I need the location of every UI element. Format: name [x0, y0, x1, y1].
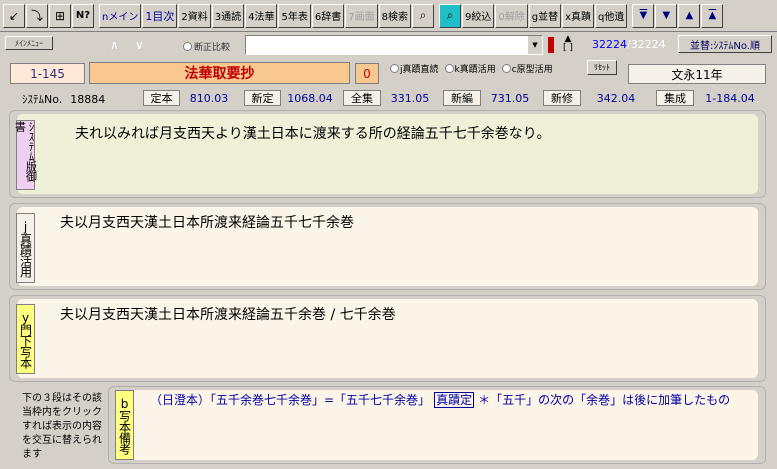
counter-total: /32224: [627, 38, 666, 51]
autograph-button[interactable]: x真蹟: [562, 3, 594, 28]
field-value-shinshu[interactable]: 342.04: [582, 90, 650, 106]
counter-current: 32224: [592, 38, 627, 51]
notes-badge: 真蹟定: [434, 392, 475, 408]
system-label: ｼｽﾃﾑ版御書: [14, 120, 38, 190]
record-counter: 32224/32224: [592, 38, 666, 51]
zoom-icon[interactable]: ⌕: [438, 3, 461, 28]
sys-label: ｼｽﾃﾑNo.: [22, 93, 63, 106]
help-note: 下の３段はその該当枠内をクリックすれば表示の内容を交互に替えられます: [22, 393, 102, 460]
field-label-shinshu: 新修: [543, 90, 581, 106]
other-button[interactable]: q他遺: [595, 3, 628, 28]
notes-text: （日澄本）「五千余巻七千余巻」=「五千七千余巻」 真蹟定 ＊「五千」の次の「余巻」は…: [150, 391, 730, 408]
search-combo[interactable]: ▼: [245, 35, 543, 55]
notes-label: b写本備考: [115, 390, 134, 460]
prev-icon[interactable]: ▲: [678, 3, 701, 28]
import-icon[interactable]: ⤵: [26, 3, 48, 28]
count-badge: 0: [355, 63, 379, 84]
find-icon[interactable]: ⌕: [411, 3, 434, 28]
radio-j[interactable]: j真蹟直読: [390, 62, 439, 75]
field-label-shusei: 集成: [656, 90, 694, 106]
materials-button[interactable]: 2資料: [178, 3, 211, 28]
filter-button[interactable]: 9絞込: [461, 3, 495, 28]
readthrough-button[interactable]: 3通読: [211, 3, 245, 28]
disciple-text: 夫以月支西天漢土日本所渡来経論五千余巻 / 七千余巻: [60, 307, 396, 323]
clear-button[interactable]: 0解除: [495, 3, 528, 28]
system-text: 夫れ以みれば月支西天より漢土日本に渡来する所の経論五千七千余巻なり。: [75, 126, 551, 142]
sort-order-button[interactable]: 並替:ｼｽﾃﾑNo.順: [678, 35, 772, 53]
toolbar: ↙ ⤵ ⊞ N? nメイン 1目次 2資料 3通読 4法華 5年表 6辞書 7画…: [0, 0, 777, 32]
dictionary-button[interactable]: 6辞書: [311, 3, 345, 28]
field-value-shinpen[interactable]: 731.05: [482, 90, 538, 106]
screen-button[interactable]: 7画面: [345, 3, 378, 28]
sys-value: 18884: [70, 92, 106, 106]
search-button[interactable]: 8検索: [378, 3, 411, 28]
field-value-teihon[interactable]: 810.03: [181, 90, 237, 106]
sort-button[interactable]: g並替: [528, 3, 562, 28]
view-radio-group: j真蹟直読 k真蹟活用 c原型活用: [390, 62, 553, 75]
dropdown-icon[interactable]: ▼: [528, 36, 542, 54]
field-label-teihon: 定本: [143, 90, 180, 106]
next-icon[interactable]: ▼: [655, 3, 678, 28]
field-value-zenshu[interactable]: 331.05: [382, 90, 438, 106]
open-icon[interactable]: ↙: [3, 3, 25, 28]
hokke-button[interactable]: 4法華: [245, 3, 278, 28]
notes-text-main: （日澄本）「五千余巻七千余巻」=「五千七千余巻」: [150, 393, 431, 407]
autograph-text: 夫以月支西天漢土日本所渡来経論五千七千余巻: [60, 215, 354, 231]
field-value-shintei[interactable]: 1068.04: [282, 90, 338, 106]
radio-k[interactable]: k真蹟活用: [444, 62, 496, 75]
field-label-zenshu: 全集: [343, 90, 381, 106]
compare-radio[interactable]: 断正比較: [183, 40, 230, 53]
compare-label: 断正比較: [194, 43, 231, 53]
help-icon[interactable]: N?: [72, 3, 94, 28]
record-id: 1-145: [10, 63, 85, 84]
chronology-button[interactable]: 5年表: [278, 3, 311, 28]
page-title: 法華取要抄: [89, 62, 350, 84]
disciple-label: y門下写本: [16, 304, 35, 374]
radio-icon: [183, 42, 192, 51]
scroll-icon[interactable]: ▲[ ]: [561, 35, 575, 53]
field-label-shinpen: 新編: [443, 90, 481, 106]
autograph-label: j真蹟活用: [16, 213, 35, 283]
radio-c[interactable]: c原型活用: [501, 62, 553, 75]
grid-icon[interactable]: ⊞: [49, 3, 71, 28]
first-icon[interactable]: ▲: [701, 3, 724, 28]
main-menu-button[interactable]: ﾒｲﾝﾒﾆｭｰ: [5, 36, 53, 50]
era-label: 文永11年: [628, 64, 766, 84]
system-number: ｼｽﾃﾑNo. 18884: [22, 91, 105, 107]
field-label-shintei: 新定: [244, 90, 281, 106]
reset-button[interactable]: ﾘｾｯﾄ: [587, 60, 617, 75]
last-icon[interactable]: ▼: [632, 3, 655, 28]
up-arrow[interactable]: ∧: [110, 38, 119, 52]
field-value-shusei[interactable]: 1-184.04: [695, 90, 765, 106]
main-button[interactable]: nメイン: [99, 3, 142, 28]
notes-text-extra: ＊「五千」の次の「余巻」は後に加筆したもの: [478, 393, 731, 407]
indicator-bar: [548, 37, 554, 53]
down-arrow[interactable]: ∨: [135, 38, 144, 52]
navigation-row: ﾒｲﾝﾒﾆｭｰ ∧ ∨ 断正比較 ▼ ▲[ ] 32224/32224 並替:ｼ…: [0, 33, 777, 57]
contents-button[interactable]: 1目次: [142, 3, 178, 28]
